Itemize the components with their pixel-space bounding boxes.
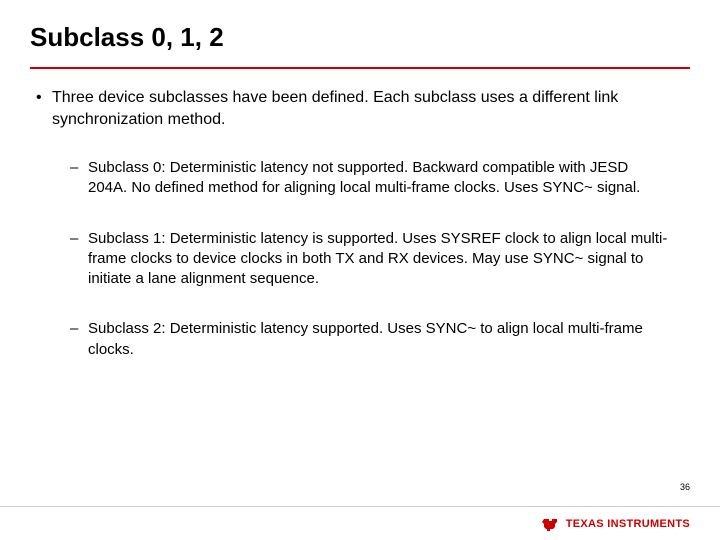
- ti-brand-text: TEXAS INSTRUMENTS: [566, 518, 690, 530]
- slide-container: Subclass 0, 1, 2 Three device subclasses…: [0, 0, 720, 540]
- subclass-1-bullet: Subclass 1: Deterministic latency is sup…: [30, 229, 690, 290]
- ti-chip-icon: [542, 516, 560, 532]
- footer: TEXAS INSTRUMENTS: [0, 506, 720, 540]
- title-rule: [30, 67, 690, 69]
- subclass-0-bullet: Subclass 0: Deterministic latency not su…: [30, 158, 690, 199]
- page-number: 36: [680, 482, 690, 492]
- intro-bullet: Three device subclasses have been define…: [30, 87, 690, 130]
- ti-logo: TEXAS INSTRUMENTS: [542, 516, 690, 532]
- slide-title: Subclass 0, 1, 2: [30, 22, 690, 53]
- subclass-2-bullet: Subclass 2: Deterministic latency suppor…: [30, 319, 690, 360]
